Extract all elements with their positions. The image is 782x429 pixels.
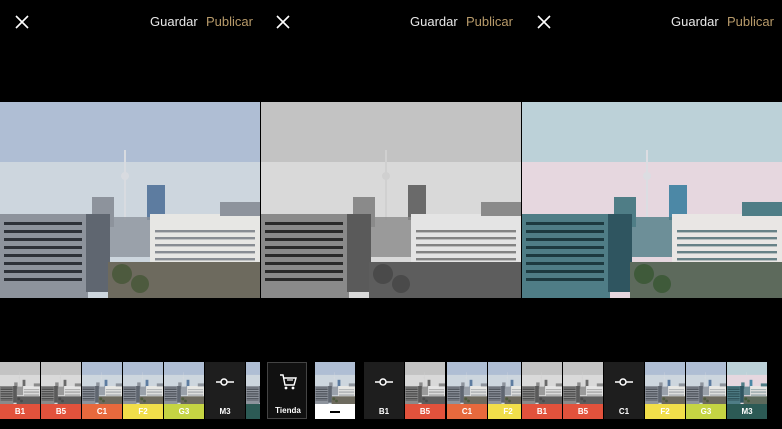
filter-tile[interactable]: B5 [563,362,603,419]
filter-label: C1 [604,404,644,419]
filter-tile[interactable]: F2 [645,362,685,419]
shopping-cart-icon [280,374,297,390]
filter-thumbnail [488,362,521,404]
photo-preview [522,102,782,298]
filter-label: B1 [0,404,40,419]
filter-thumbnail [563,362,603,404]
save-button[interactable]: Guardar [671,14,719,29]
filter-label: F2 [123,404,163,419]
editor-panel-3: Guardar Publicar B1 B5 C1 F2 G3 M3 [522,0,782,429]
filter-tile[interactable]: B1 [522,362,562,419]
adjust-tool-tile[interactable]: C1 [604,362,644,419]
editor-panel-2: Guardar Publicar Tienda B1 B5 C1 F2 [261,0,521,429]
filter-label: B5 [405,404,445,419]
filter-label: F2 [645,404,685,419]
publish-button[interactable]: Publicar [206,14,253,29]
filter-tile[interactable]: G3 [686,362,726,419]
filter-strip: Tienda B1 B5 C1 F2 [261,362,521,419]
filter-thumbnail [41,362,81,404]
top-bar: Guardar Publicar [522,0,782,44]
filter-thumbnail [315,362,355,404]
filter-label: G3 [686,404,726,419]
filter-label: C1 [82,404,122,419]
filter-thumbnail [447,362,487,404]
filter-label: B1 [522,404,562,419]
filter-tile[interactable]: B5 [41,362,81,419]
filter-tile[interactable]: B5 [405,362,445,419]
filter-thumbnail [0,362,40,404]
original-filter-tile[interactable] [315,362,355,419]
slider-adjust-icon [216,378,234,386]
filter-thumbnail [405,362,445,404]
filter-tile[interactable]: M3 [727,362,767,419]
filter-tile[interactable]: C1 [82,362,122,419]
filter-label: B5 [41,404,81,419]
adjust-tool-tile[interactable]: B1 [364,362,404,419]
original-label [315,404,355,419]
filter-thumbnail [246,362,260,404]
save-button[interactable]: Guardar [150,14,198,29]
filter-thumbnail [727,362,767,404]
close-button[interactable] [273,12,293,32]
photo-preview [261,102,521,298]
filter-thumbnail [645,362,685,404]
filter-thumbnail [164,362,204,404]
slider-adjust-icon [375,378,393,386]
close-icon [537,15,551,29]
filter-thumbnail [522,362,562,404]
filter-label: G3 [164,404,204,419]
top-bar: Guardar Publicar [0,0,260,44]
editor-panel-1: Guardar Publicar B1 B5 C1 F2 G3 M3 [0,0,260,429]
filter-label: C1 [447,404,487,419]
filter-tile[interactable]: B1 [0,362,40,419]
close-button[interactable] [534,12,554,32]
filter-label [246,404,260,419]
filter-label: B5 [563,404,603,419]
filter-thumbnail [82,362,122,404]
filter-label: M3 [205,404,245,419]
filter-label: F2 [488,404,521,419]
filter-tile[interactable]: G3 [164,362,204,419]
shop-tile[interactable]: Tienda [267,362,307,419]
slider-adjust-icon [615,378,633,386]
close-button[interactable] [12,12,32,32]
filter-strip: B1 B5 C1 F2 G3 M3 [0,362,260,419]
shop-label: Tienda [275,406,301,415]
filter-tile[interactable]: C1 [447,362,487,419]
save-button[interactable]: Guardar [410,14,458,29]
adjust-tool-tile[interactable]: M3 [205,362,245,419]
filter-tile[interactable]: F2 [488,362,521,419]
filter-thumbnail [686,362,726,404]
filter-label: B1 [364,404,404,419]
filter-label: M3 [727,404,767,419]
publish-button[interactable]: Publicar [466,14,513,29]
filter-strip: B1 B5 C1 F2 G3 M3 [522,362,782,419]
photo-preview [0,102,260,298]
filter-thumbnail [123,362,163,404]
filter-tile[interactable]: F2 [123,362,163,419]
filter-tile[interactable] [246,362,260,419]
publish-button[interactable]: Publicar [727,14,774,29]
close-icon [15,15,29,29]
top-bar: Guardar Publicar [261,0,521,44]
close-icon [276,15,290,29]
